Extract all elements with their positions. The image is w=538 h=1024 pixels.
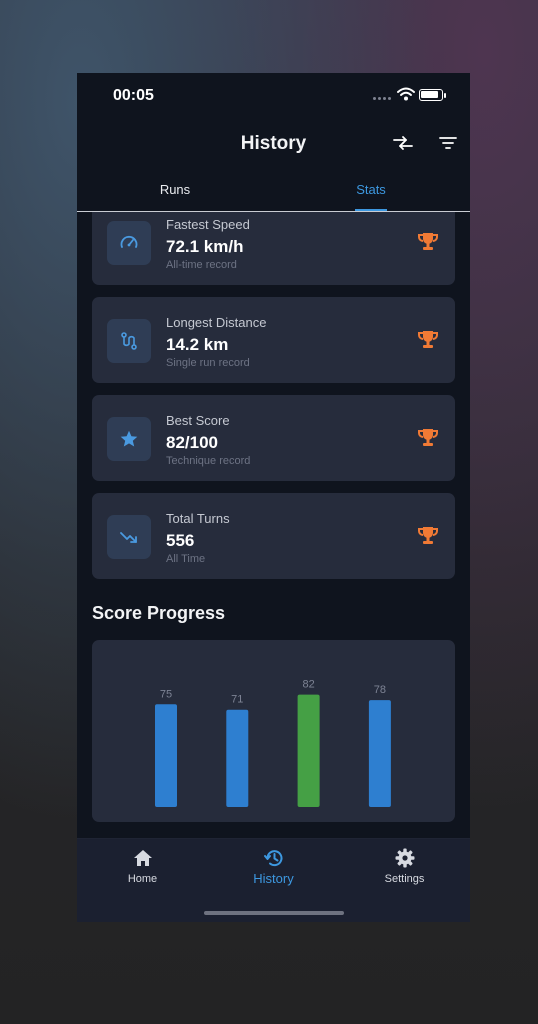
history-icon [263,850,282,867]
route-icon [107,319,151,363]
score-bar-chart: 75 71 82 78 [155,679,391,807]
record-card-fastest-speed[interactable]: Fastest Speed 72.1 km/h All-time record [92,212,455,285]
nav-history[interactable]: History [208,847,339,893]
trophy-icon [418,331,438,348]
score-bar [297,694,320,807]
record-card-best-score[interactable]: Best Score 82/100 Technique record [92,395,455,481]
score-bar [368,700,391,807]
score-bar-label: 75 [160,688,172,700]
record-subtitle: Single run record [166,357,250,369]
score-progress-title: Score Progress [92,603,226,623]
tab-stats-label: Stats [356,182,386,197]
battery-cap [444,93,446,98]
nav-home[interactable]: Home [77,847,208,893]
record-subtitle: All-time record [166,259,237,271]
record-label: Fastest Speed [166,217,250,232]
record-card-longest-distance[interactable]: Longest Distance 14.2 km Single run reco… [92,297,455,383]
compare-arrows-icon[interactable] [391,131,415,155]
signal-icon [373,97,391,100]
score-bar-label: 71 [231,694,243,706]
trophy-icon [418,527,438,544]
record-subtitle: Technique record [166,455,251,467]
trophy-icon [418,429,438,446]
gear-icon [395,848,414,868]
tab-runs-label: Runs [159,182,191,197]
score-bar-label: 82 [302,679,314,691]
record-label: Longest Distance [166,315,267,330]
record-card-total-turns[interactable]: Total Turns 556 All Time [92,493,455,579]
record-label: Best Score [166,413,230,428]
trophy-icon [418,233,438,250]
record-value: 14.2 km [166,335,229,354]
record-label: Total Turns [166,511,230,526]
battery-icon [419,89,443,101]
trending-down-icon [107,515,151,559]
star-icon [107,417,151,461]
tab-stats[interactable]: Stats [273,165,469,211]
status-bar: 00:05 [77,73,470,119]
filter-icon[interactable] [436,131,460,155]
score-bar [226,709,249,807]
nav-settings[interactable]: Settings [339,847,470,893]
nav-home-label: Home [127,873,158,885]
record-subtitle: All Time [166,553,206,565]
phone-screen: 00:05 History Runs Stats Fastest Speed 7… [77,73,470,922]
home-icon [133,850,152,866]
stats-content[interactable]: Fastest Speed 72.1 km/h All-time record … [77,212,470,838]
score-progress-chart: 75 71 82 78 [92,640,455,822]
record-value: 82/100 [166,433,218,452]
bottom-nav: Home History Settings [77,838,470,922]
record-value: 72.1 km/h [166,237,244,256]
nav-settings-label: Settings [384,873,425,885]
tab-runs[interactable]: Runs [77,165,273,211]
nav-history-label: History [253,871,294,886]
home-indicator [204,911,344,915]
wifi-icon [397,87,415,101]
record-value: 556 [166,531,195,550]
speedometer-icon [107,221,151,265]
score-bar-label: 78 [374,684,386,696]
score-bar [155,704,177,807]
app-header: History [77,119,470,165]
tab-active-indicator [355,209,387,211]
tab-bar: Runs Stats [77,165,470,212]
status-time: 00:05 [113,87,154,104]
